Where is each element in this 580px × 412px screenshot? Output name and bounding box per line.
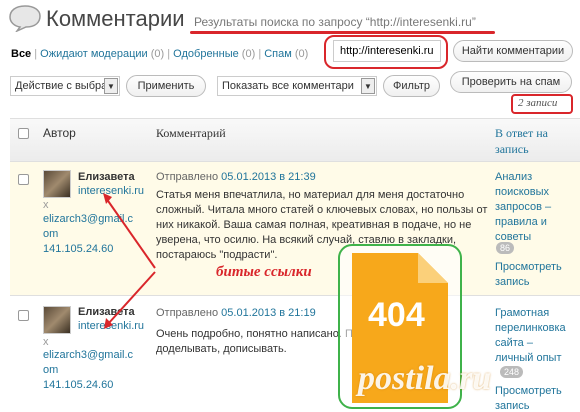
annotation-arrows [103,193,156,329]
error-code: 404 [368,296,425,334]
broken-links-annotation: битые ссылки [216,264,312,280]
watermark: postila.ru [358,360,492,397]
